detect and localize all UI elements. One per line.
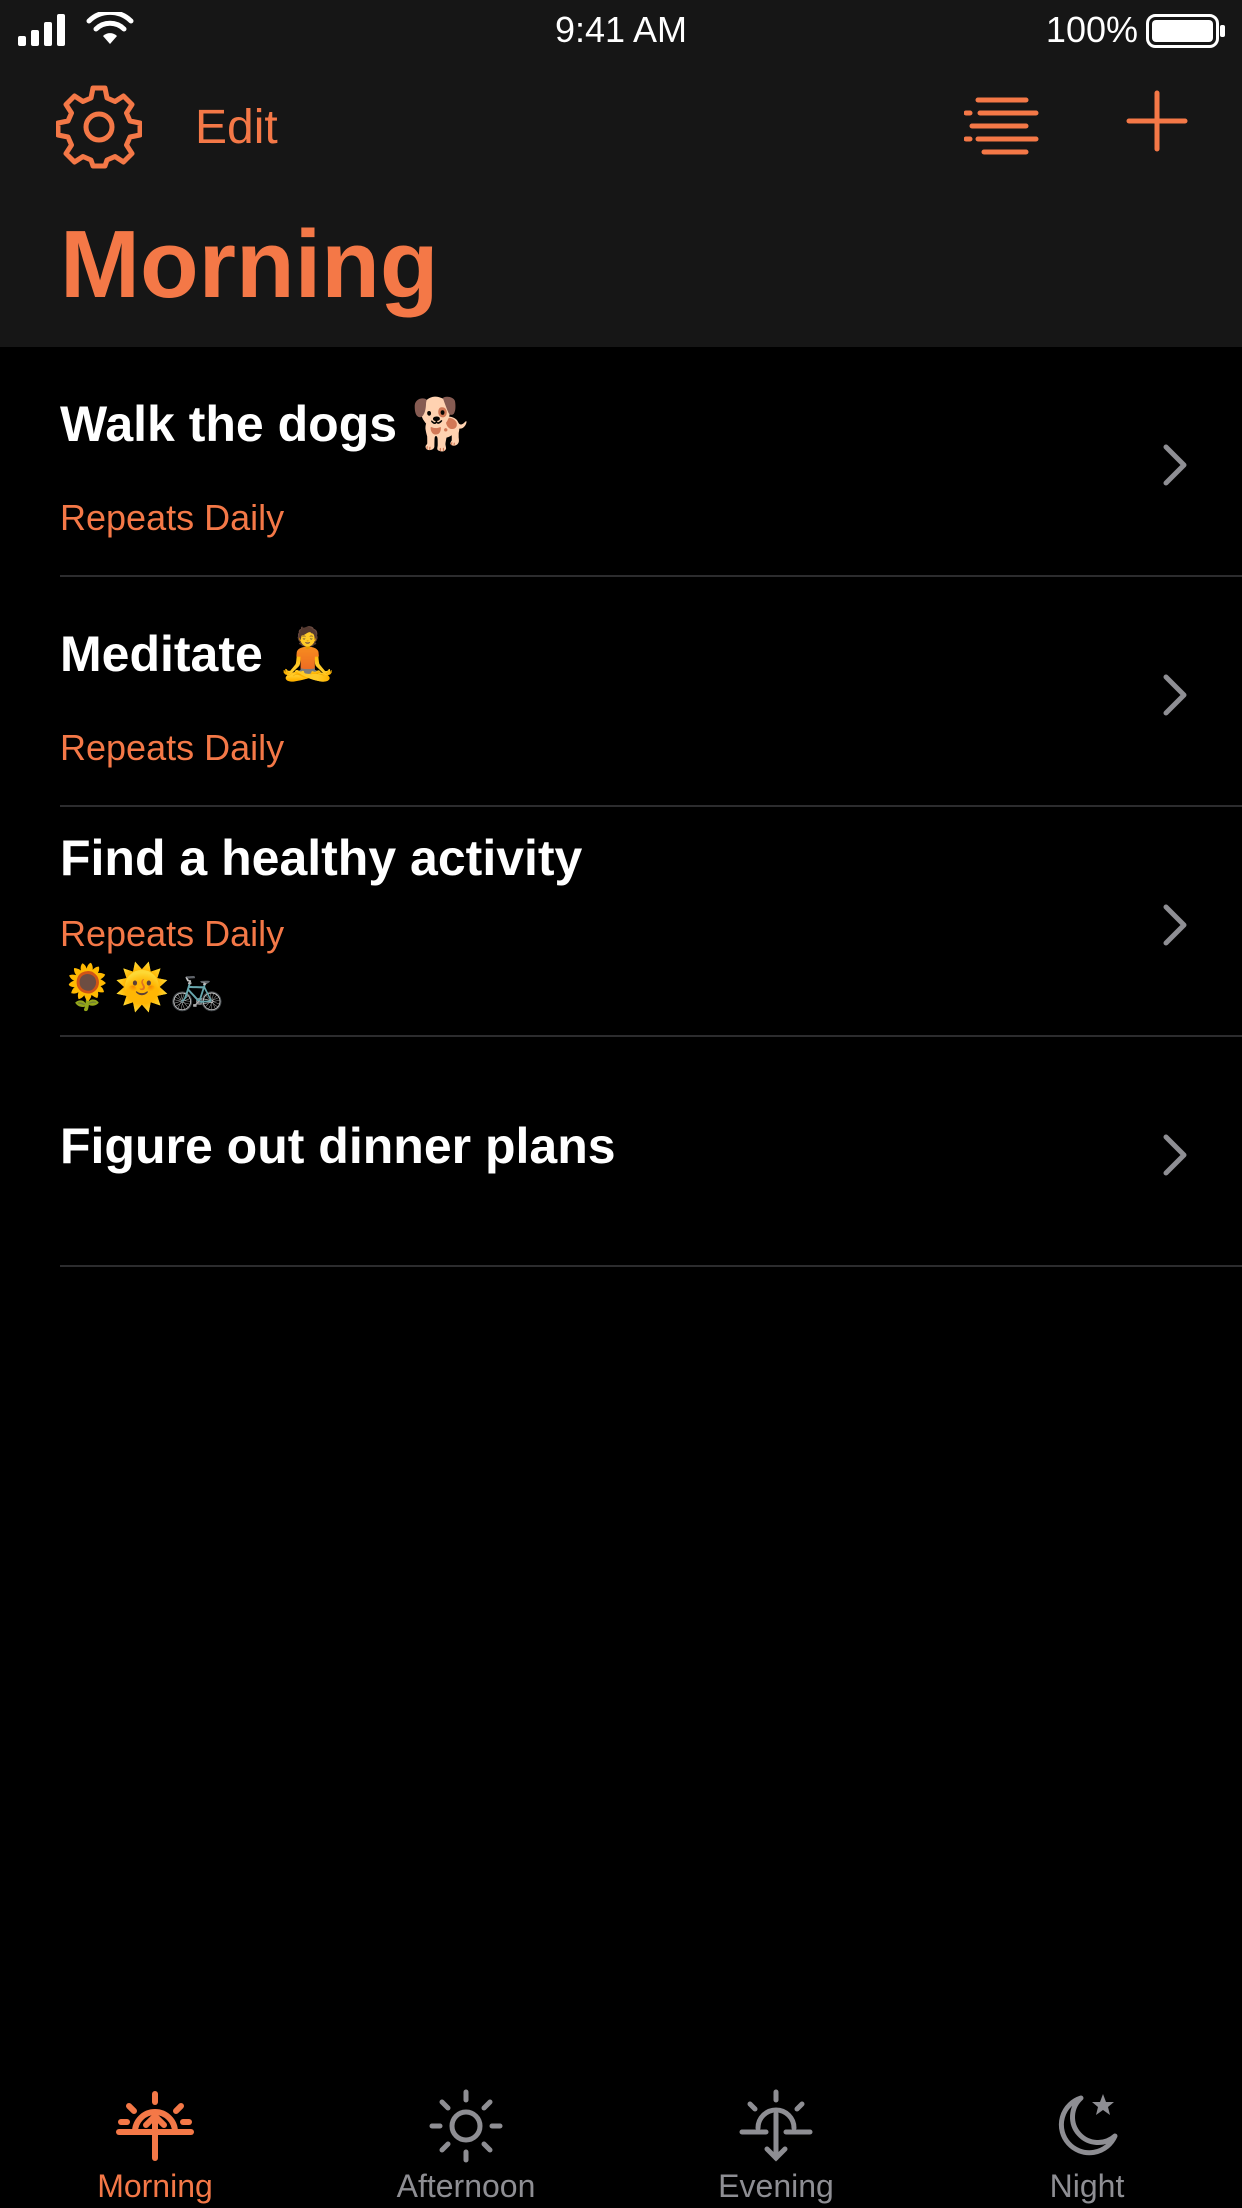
tab-label: Afternoon [396,2168,536,2204]
gear-icon[interactable] [56,84,142,170]
tab-label: Night [1049,2168,1125,2204]
list-item[interactable]: Find a healthy activity Repeats Daily 🌻🌞… [60,807,1242,1037]
sunrise-icon [116,2091,194,2161]
task-title: Walk the dogs 🐕 [60,396,474,452]
task-repeat-label: Repeats Daily [60,727,285,768]
task-emoji-tags: 🌻🌞🚲 [60,963,225,1012]
page-title: Morning [60,211,439,318]
sort-lines-icon[interactable] [964,94,1040,158]
list-item[interactable]: Figure out dinner plans [60,1037,1242,1267]
tab-label: Evening [718,2168,834,2204]
chevron-right-icon [1163,904,1187,946]
battery-percent: 100% [1045,9,1138,50]
tab-evening[interactable]: Evening [651,2050,901,2208]
chevron-right-icon [1163,444,1187,486]
task-title: Figure out dinner plans [60,1118,616,1174]
task-title: Find a healthy activity [60,830,583,886]
tab-afternoon[interactable]: Afternoon [341,2050,591,2208]
chevron-right-icon [1163,674,1187,716]
plus-icon[interactable] [1126,90,1188,152]
sun-icon [429,2089,503,2163]
status-bar: 9:41 AM 100% [0,0,1242,60]
list-item[interactable]: Walk the dogs 🐕 Repeats Daily [60,347,1242,577]
header: 9:41 AM 100% Edit Morning [0,0,1242,347]
tab-morning[interactable]: Morning [30,2050,280,2208]
task-repeat-label: Repeats Daily [60,497,285,538]
tab-bar: Morning Afternoon Evening Night [0,2050,1242,2208]
tab-label: Morning [97,2168,213,2204]
battery-icon [1146,14,1225,48]
chevron-right-icon [1163,1134,1187,1176]
task-repeat-label: Repeats Daily [60,913,285,954]
task-list: Walk the dogs 🐕 Repeats Daily Meditate 🧘… [0,347,1242,1267]
nav-bar: Edit [0,60,1242,190]
edit-button[interactable]: Edit [195,100,278,155]
moon-star-icon [1058,2094,1118,2156]
sunset-icon [739,2089,813,2162]
tab-night[interactable]: Night [962,2050,1212,2208]
task-title: Meditate 🧘 [60,626,339,682]
list-item[interactable]: Meditate 🧘 Repeats Daily [60,577,1242,807]
